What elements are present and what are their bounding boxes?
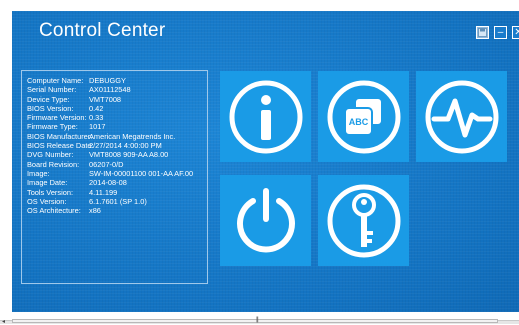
tile-power[interactable]: [220, 175, 311, 266]
save-button[interactable]: [476, 26, 489, 39]
info-key: OS Version:: [27, 196, 67, 206]
info-value: VMT8008 909-AA A8.00: [89, 150, 169, 160]
info-row: BIOS Release Date: 2/27/2014 4:00:00 PM: [27, 141, 207, 150]
info-key: Image Date:: [27, 178, 68, 188]
info-value: 0.42: [89, 103, 104, 113]
scroll-left-arrow[interactable]: ◂: [2, 318, 5, 325]
info-key: Board Revision:: [27, 159, 80, 169]
info-icon: [229, 80, 302, 153]
info-row: Firmware Version: 0.33: [27, 113, 207, 122]
tile-monitor[interactable]: [416, 71, 507, 162]
power-icon: [236, 187, 295, 252]
info-key: BIOS Release Date:: [27, 141, 94, 151]
info-row: Tools Version: 4.11.199: [27, 188, 207, 197]
info-key: Firmware Version:: [27, 113, 87, 123]
info-key: BIOS Version:: [27, 103, 74, 113]
info-row: Firmware Type: 1017: [27, 122, 207, 131]
info-key: Device Type:: [27, 94, 70, 104]
info-value: VMT7008: [89, 94, 122, 104]
info-row: OS Version: 6.1.7601 (SP 1.0): [27, 197, 207, 206]
info-key: DVG Number:: [27, 150, 74, 160]
info-row: Image: SW-IM-00001100 001-AA AF.00: [27, 169, 207, 178]
info-value: 2/27/2014 4:00:00 PM: [89, 141, 162, 151]
info-value: 4.11.199: [89, 187, 118, 197]
tile-abc[interactable]: ABC: [318, 71, 409, 162]
abc-cards-icon: ABC: [327, 80, 400, 153]
tile-info[interactable]: [220, 71, 311, 162]
info-value: AX01112548: [89, 85, 131, 95]
info-value: American Megatrends Inc.: [89, 131, 176, 141]
info-key: BIOS Manufacturer:: [27, 131, 93, 141]
tile-security[interactable]: [318, 175, 409, 266]
scrollbar-thumb[interactable]: [12, 319, 498, 323]
heartbeat-icon: [425, 80, 498, 153]
info-row: Image Date: 2014-08-08: [27, 178, 207, 187]
info-row: OS Architecture: x86: [27, 206, 207, 215]
info-key: Image:: [27, 168, 50, 178]
info-key: Serial Number:: [27, 85, 77, 95]
system-info-panel: Computer Name: DEBUGGY Serial Number: AX011…: [21, 70, 208, 284]
info-row: Board Revision: 06207-0/D: [27, 160, 207, 169]
info-row: BIOS Version: 0.42: [27, 104, 207, 113]
info-key: Computer Name:: [27, 76, 84, 85]
info-value: 0.33: [89, 113, 104, 123]
info-key: Tools Version:: [27, 187, 74, 197]
info-value: x86: [89, 206, 101, 216]
abc-icon-label: ABC: [348, 117, 368, 127]
info-row: Serial Number: AX01112548: [27, 85, 207, 94]
info-row: BIOS Manufacturer: American Megatrends In…: [27, 132, 207, 141]
scrollbar-grip: |||: [256, 317, 259, 323]
control-center-window: Control Center – ✕ Computer Name: DEBUGGY…: [12, 11, 519, 312]
window-title: Control Center: [39, 20, 166, 41]
minimize-button[interactable]: –: [494, 26, 507, 39]
close-button[interactable]: ✕: [512, 26, 519, 39]
info-value: DEBUGGY: [89, 76, 126, 85]
info-value: 06207-0/D: [89, 159, 124, 169]
info-row: Device Type: VMT7008: [27, 95, 207, 104]
info-value: SW-IM-00001100 001-AA AF.00: [89, 168, 194, 178]
info-row: DVG Number: VMT8008 909-AA A8.00: [27, 150, 207, 159]
info-row: Computer Name: DEBUGGY: [27, 76, 207, 85]
info-value: 2014-08-08: [89, 178, 127, 188]
info-value: 1017: [89, 122, 106, 132]
info-key: Firmware Type:: [27, 122, 78, 132]
info-key: OS Architecture:: [27, 206, 81, 216]
key-icon: [327, 184, 400, 257]
info-value: 6.1.7601 (SP 1.0): [89, 196, 147, 206]
save-icon: [478, 28, 487, 37]
